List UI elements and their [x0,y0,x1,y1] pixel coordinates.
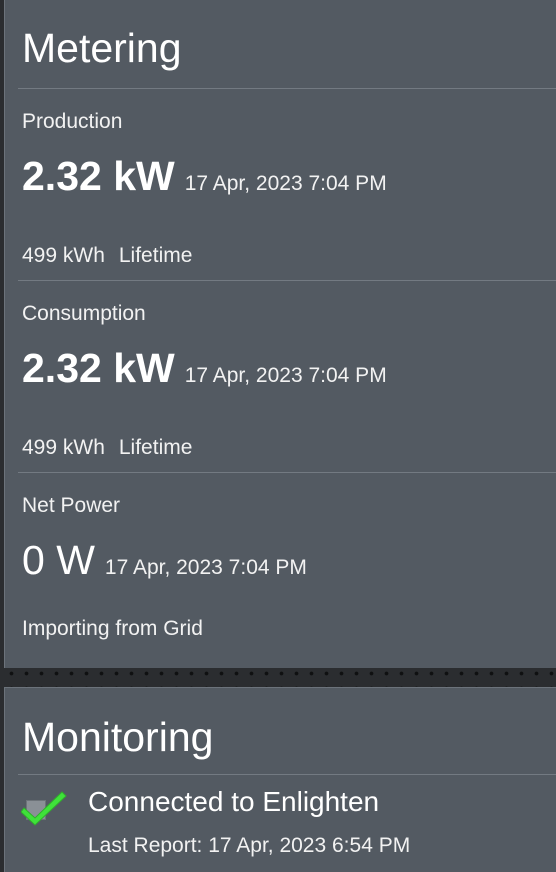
divider [18,472,556,473]
monitoring-title: Monitoring [22,714,214,760]
consumption-label: Consumption [22,302,146,325]
consumption-value: 2.32 kW [22,345,175,391]
net-power-reading: 0 W 17 Apr, 2023 7:04 PM [22,540,307,581]
production-timestamp: 17 Apr, 2023 7:04 PM [184,172,387,195]
production-lifetime: 499 kWh Lifetime [22,245,192,266]
net-power-status: Importing from Grid [22,617,203,640]
metering-panel: Metering Production 2.32 kW 17 Apr, 2023 … [4,0,556,668]
production-value: 2.32 kW [22,153,175,199]
consumption-timestamp: 17 Apr, 2023 7:04 PM [184,364,387,387]
divider [18,88,556,89]
consumption-lifetime: 499 kWh Lifetime [22,437,192,458]
enlighten-status: Connected to Enlighten Last Report: 17 A… [21,784,541,864]
check-icon [21,788,67,826]
production-reading: 2.32 kW 17 Apr, 2023 7:04 PM [22,156,387,197]
monitoring-panel: Monitoring Connected to Enlighten Last R… [4,687,556,872]
production-lifetime-label: Lifetime [118,244,193,267]
net-power-timestamp: 17 Apr, 2023 7:04 PM [104,556,307,579]
check-mark [21,791,67,826]
divider [18,774,556,775]
consumption-lifetime-value: 499 kWh [22,436,105,459]
consumption-lifetime-label: Lifetime [118,436,193,459]
production-lifetime-value: 499 kWh [22,244,105,267]
last-report: Last Report: 17 Apr, 2023 6:54 PM [88,834,411,857]
net-power-value: 0 W [22,537,95,583]
metering-title: Metering [22,25,182,71]
net-power-label: Net Power [22,494,121,517]
production-label: Production [22,110,123,133]
consumption-reading: 2.32 kW 17 Apr, 2023 7:04 PM [22,348,387,389]
divider [18,280,556,281]
status-text: Connected to Enlighten [88,786,380,817]
